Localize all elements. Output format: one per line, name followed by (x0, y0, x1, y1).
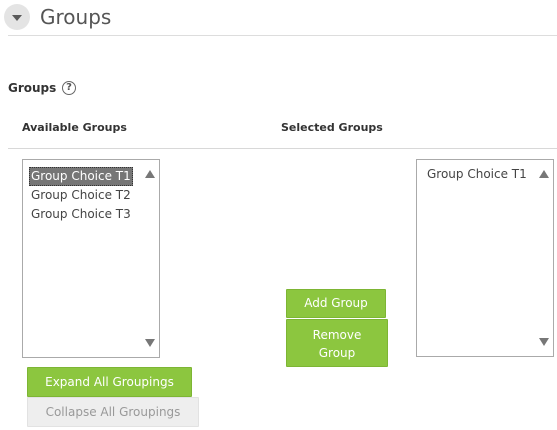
selected-groups-options: Group Choice T1 (425, 165, 533, 184)
header-divider (8, 148, 557, 149)
selected-groups-listbox[interactable]: Group Choice T1 (416, 159, 554, 357)
available-option-2[interactable]: Group Choice T2 (29, 186, 139, 205)
groups-panel: Groups Groups ? Available Groups Selecte… (0, 0, 557, 430)
scroll-down-arrow-icon[interactable] (539, 338, 549, 346)
help-icon[interactable]: ? (62, 81, 76, 95)
remove-group-label-line2: Group (318, 346, 356, 360)
available-option-1[interactable]: Group Choice T1 (29, 167, 133, 186)
available-option-3[interactable]: Group Choice T3 (29, 205, 139, 224)
available-scrollbar[interactable] (141, 160, 159, 357)
selected-scrollbar[interactable] (535, 160, 553, 356)
available-groups-header: Available Groups (22, 121, 127, 134)
remove-group-button[interactable]: Remove Group (286, 319, 388, 367)
scroll-up-arrow-icon[interactable] (539, 170, 549, 178)
scroll-up-arrow-icon[interactable] (145, 170, 155, 178)
selected-groups-header: Selected Groups (281, 121, 383, 134)
section-title: Groups (40, 5, 112, 29)
collapse-all-groupings-button[interactable]: Collapse All Groupings (27, 397, 199, 427)
selected-option-1[interactable]: Group Choice T1 (425, 165, 533, 184)
available-groups-options: Group Choice T1 Group Choice T2 Group Ch… (29, 165, 139, 224)
add-group-button[interactable]: Add Group (286, 289, 386, 318)
chevron-down-icon[interactable] (4, 4, 30, 30)
scroll-down-arrow-icon[interactable] (145, 339, 155, 347)
remove-group-label-line1: Remove (312, 328, 362, 342)
groups-field-label: Groups (8, 81, 57, 95)
available-groups-listbox[interactable]: Group Choice T1 Group Choice T2 Group Ch… (22, 159, 160, 358)
expand-all-groupings-button[interactable]: Expand All Groupings (27, 367, 192, 397)
section-divider (8, 35, 557, 36)
